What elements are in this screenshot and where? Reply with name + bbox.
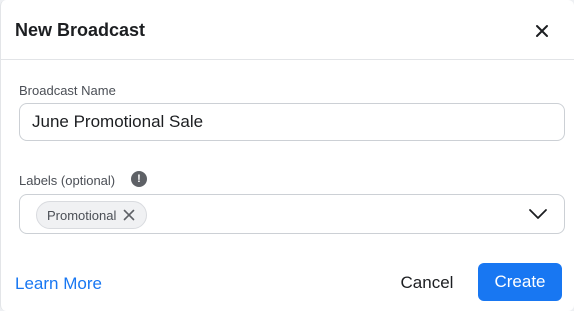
learn-more-link[interactable]: Learn More — [15, 274, 102, 294]
close-icon — [536, 25, 548, 37]
label-chip-promotional: Promotional — [36, 201, 148, 229]
chevron-down-icon[interactable] — [528, 207, 548, 221]
labels-select[interactable]: Promotional — [19, 194, 565, 234]
cancel-button[interactable]: Cancel — [391, 264, 463, 302]
close-icon[interactable] — [122, 208, 136, 222]
dialog-header: New Broadcast — [1, 0, 574, 60]
broadcast-name-label: Broadcast Name — [19, 83, 116, 98]
close-button[interactable] — [531, 20, 553, 42]
labels-label: Labels (optional) — [19, 173, 116, 188]
new-broadcast-dialog: New Broadcast Broadcast Name Labels (opt… — [0, 0, 574, 311]
info-icon[interactable]: ! — [131, 171, 147, 187]
create-button[interactable]: Create — [478, 263, 562, 301]
chip-label: Promotional — [47, 207, 117, 223]
dialog-title: New Broadcast — [15, 20, 146, 40]
broadcast-name-input[interactable] — [19, 103, 565, 141]
